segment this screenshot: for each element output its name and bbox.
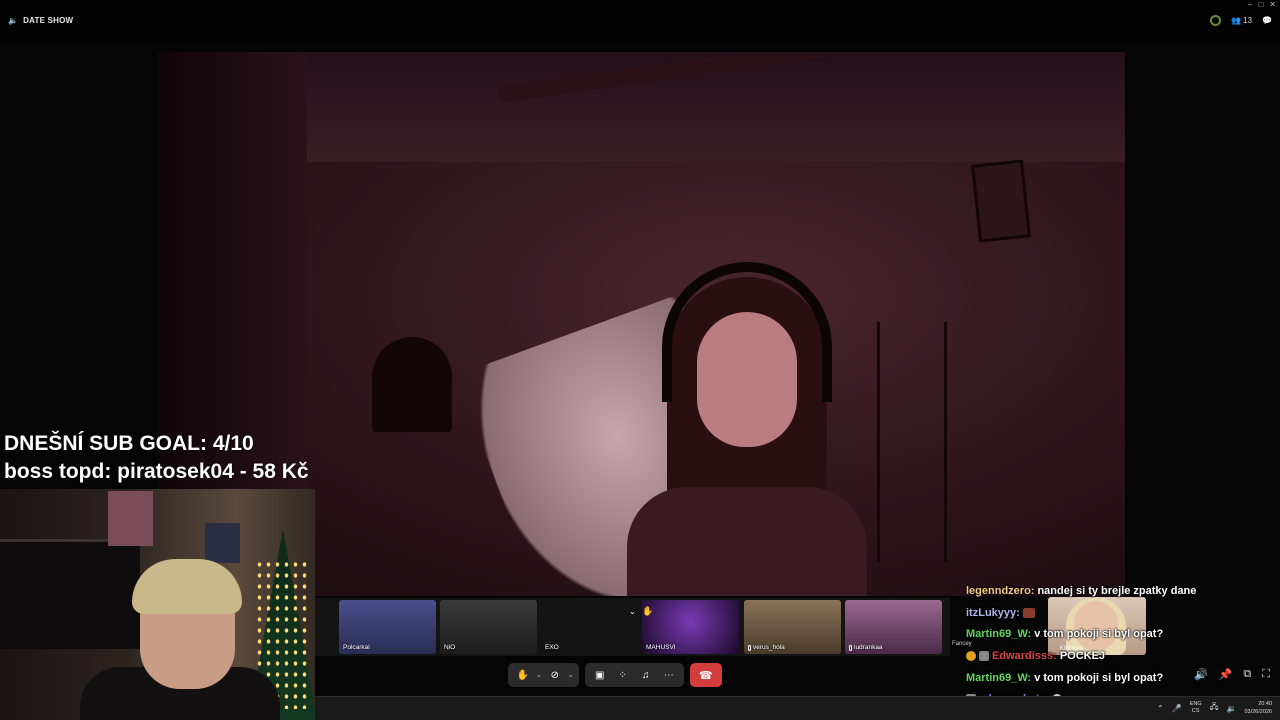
video-shelf (877, 322, 947, 562)
language-indicator[interactable]: ENG CS (1190, 701, 1202, 715)
call-controls: ✋ ⌄ ⊘ ⌄ ▣ ⁘ ♫ ⋯ ☎ (508, 663, 722, 687)
chat-text: v tom pokoji si byl opat? (1034, 672, 1164, 684)
chat-username: legenndzero: (966, 585, 1035, 597)
people-icon: 👥 (1231, 16, 1242, 25)
language-top: ENG (1189, 701, 1202, 707)
chat-text: v tom pokoji si byl opat? (1034, 628, 1164, 640)
fullscreen-icon[interactable]: ⛶ (1262, 668, 1270, 681)
participant-tile[interactable]: ludrankaa (845, 600, 942, 654)
chat-text: POCKEJ (1059, 650, 1106, 662)
maximize-button[interactable]: □ (1258, 0, 1263, 9)
raise-hand-icon[interactable]: ✋ (642, 606, 653, 617)
chat-message: Edwardisss: POCKEJ (966, 650, 1105, 662)
window-controls: – □ ✕ (1248, 0, 1276, 9)
chat-message: Martin69_W: v tom pokoji si byl opat? (966, 672, 1163, 684)
participant-name: ludrankaa (854, 644, 883, 651)
participant-name: verus_hola (753, 644, 785, 651)
volume-tray-icon[interactable]: 🔉 (1227, 704, 1237, 713)
soundboard-icon[interactable]: ♫ (636, 665, 656, 685)
clock-time: 20:40 (1258, 701, 1272, 707)
system-tray: ⌃ 🎤 ENG CS 🖧 🔉 20:40 03/26/2026 (1157, 700, 1272, 716)
share-group: ▣ ⁘ ♫ ⋯ (584, 663, 684, 687)
chevron-down-icon[interactable]: ⌄ (629, 607, 636, 616)
video-window (372, 337, 452, 432)
chat-username: Edwardisss: (992, 650, 1057, 662)
title-bar: 🔈 DATE SHOW – □ ✕ 👥 13 💬 (0, 0, 1280, 44)
chevron-up-icon[interactable]: ⌃ (1157, 704, 1164, 713)
clock-date: 03/26/2026 (1244, 709, 1272, 715)
participant-tile[interactable]: verus_hola (744, 600, 841, 654)
popout-icon[interactable]: ⧉ (1243, 668, 1251, 681)
video-picture-frame (971, 159, 1031, 243)
chat-icon[interactable]: 💬 (1262, 16, 1272, 25)
headset-icon (662, 262, 832, 402)
chat-message: itzLukyyy: (966, 607, 1035, 619)
top-right-controls: 👥 13 💬 (1210, 15, 1272, 26)
minimize-button[interactable]: – (1248, 0, 1252, 9)
participant-name: MAHUSVI (646, 644, 676, 651)
boss-top-text: boss topd: piratosek04 - 58 Kč (4, 460, 309, 483)
mic-tray-icon[interactable]: 🎤 (1172, 704, 1182, 713)
participant-tile[interactable]: EXO (541, 600, 638, 654)
chevron-down-icon[interactable]: ⌄ (536, 671, 542, 679)
close-button[interactable]: ✕ (1269, 0, 1276, 9)
chevron-down-icon[interactable]: ⌄ (568, 671, 574, 679)
badge-icon (966, 651, 976, 661)
mic-icon (849, 644, 852, 651)
participant-name: Polcarkal (343, 644, 370, 651)
hand-icon[interactable]: ✋ (513, 665, 533, 685)
speaker-icon[interactable]: 🔈 (8, 16, 18, 25)
window-title: DATE SHOW (23, 16, 74, 25)
volume-icon[interactable]: 🔊 (1194, 668, 1208, 681)
screen-share-icon[interactable]: ▣ (590, 665, 610, 685)
chat-message: legenndzero: nandej si ty brejle zpatky … (966, 585, 1196, 597)
status-indicator-icon[interactable] (1210, 15, 1222, 26)
participant-name: NiO (444, 644, 456, 651)
sub-goal-text: DNEŠNÍ SUB GOAL: 4/10 (4, 432, 254, 455)
video-person (617, 257, 877, 596)
participant-tile[interactable]: Polcarkal (339, 600, 436, 654)
network-icon[interactable]: 🖧 (1210, 701, 1219, 715)
chat-overlay: legenndzero: nandej si ty brejle zpatky … (962, 583, 1280, 713)
streamer-webcam (0, 489, 315, 720)
activities-icon[interactable]: ⁘ (613, 665, 633, 685)
chat-text: nandej si ty brejle zpatky dane (1037, 585, 1197, 597)
clock[interactable]: 20:40 03/26/2026 (1244, 700, 1272, 716)
phone-icon: ☎ (698, 669, 713, 682)
participant-strip: Polcarkal NiO EXO MAHUSVI ⌄ ✋ verus_hola… (315, 598, 950, 656)
window-title-area: 🔈 DATE SHOW (8, 16, 73, 25)
hang-up-button[interactable]: ☎ (689, 663, 722, 687)
chat-username: itzLukyyy: (966, 607, 1020, 619)
language-bottom: CS (1191, 708, 1200, 714)
more-options-icon[interactable]: ⋯ (659, 665, 679, 685)
taskbar: ⌃ 🎤 ENG CS 🖧 🔉 20:40 03/26/2026 (315, 696, 1280, 720)
participant-tile[interactable]: NiO (440, 600, 537, 654)
participants-count: 13 (1243, 16, 1253, 25)
emote-icon (1022, 608, 1035, 618)
chat-message: Martin69_W: v tom pokoji si byl opat? (966, 628, 1163, 640)
mic-icon (748, 644, 751, 651)
badge-icon (979, 651, 989, 661)
video-off-icon[interactable]: ⊘ (545, 665, 565, 685)
participants-button[interactable]: 👥 13 (1231, 16, 1252, 25)
participant-tile[interactable]: MAHUSVI (642, 600, 739, 654)
media-controls: 🔊 📌 ⧉ ⛶ (1194, 668, 1270, 681)
chat-username: Martin69_W: (966, 672, 1032, 684)
pin-icon[interactable]: 📌 (1219, 668, 1233, 681)
screen: 🔈 DATE SHOW – □ ✕ 👥 13 💬 DNEŠNÍ SUB GOAL… (0, 0, 1280, 720)
media-toggle-group: ✋ ⌄ ⊘ ⌄ (508, 663, 579, 687)
participant-name: EXO (545, 644, 559, 651)
chat-username: Martin69_W: (966, 628, 1032, 640)
